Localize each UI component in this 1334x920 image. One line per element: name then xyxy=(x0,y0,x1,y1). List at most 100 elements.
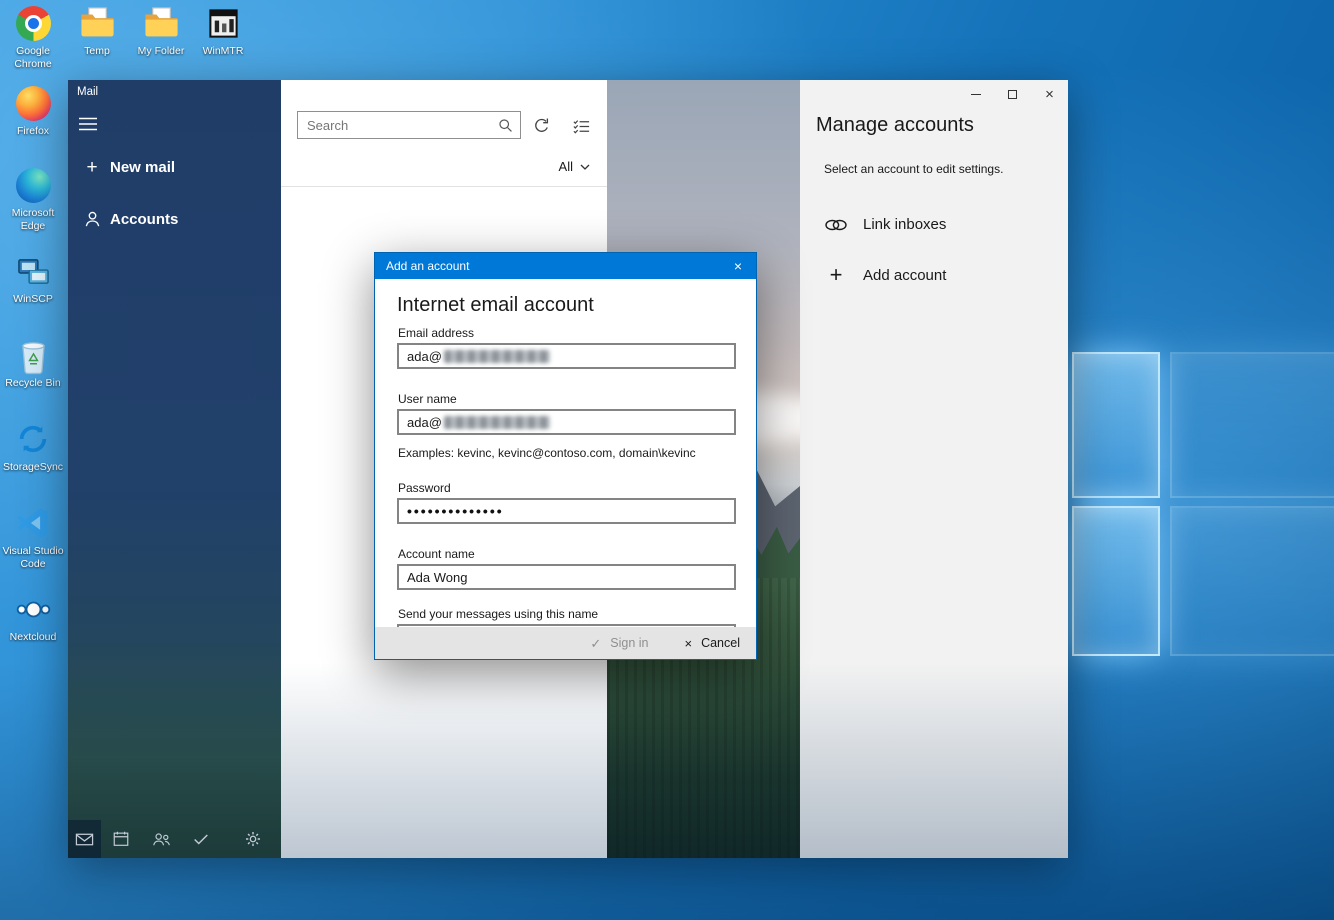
redacted-text xyxy=(444,416,550,429)
account-name-input[interactable]: Ada Wong xyxy=(397,564,736,590)
window-title: Mail xyxy=(77,86,98,98)
folder-icon xyxy=(144,6,179,41)
password-label: Password xyxy=(398,481,451,495)
winscp-icon xyxy=(16,254,51,289)
minimize-button[interactable] xyxy=(957,80,994,108)
sidebar-dock xyxy=(68,820,281,858)
nav-calendar-button[interactable] xyxy=(101,820,141,858)
new-mail-label: New mail xyxy=(110,159,175,176)
display-name-label: Send your messages using this name xyxy=(398,607,598,621)
nav-people-button[interactable] xyxy=(141,820,181,858)
dock-spacer xyxy=(221,820,233,858)
new-mail-button[interactable]: + New mail xyxy=(68,152,281,182)
cancel-label: Cancel xyxy=(701,636,740,650)
link-icon xyxy=(824,217,848,233)
close-button[interactable]: × xyxy=(1031,80,1068,108)
desktop-icon-label: WinMTR xyxy=(192,45,254,58)
desktop-icon-microsoft-edge[interactable]: Microsoft Edge xyxy=(2,168,64,232)
sync-icon xyxy=(532,117,551,136)
email-address-label: Email address xyxy=(398,326,474,340)
winmtr-icon xyxy=(206,6,241,41)
add-account-dialog: Add an account × Internet email account … xyxy=(374,252,757,660)
chrome-icon xyxy=(16,6,51,41)
link-inboxes-label: Link inboxes xyxy=(863,216,946,233)
maximize-icon xyxy=(1008,90,1017,99)
cancel-button[interactable]: × Cancel xyxy=(684,636,740,650)
desktop-icon-visual-studio-code[interactable]: Visual Studio Code xyxy=(2,506,64,570)
desktop-icon-google-chrome[interactable]: Google Chrome xyxy=(2,6,64,70)
selection-mode-button[interactable] xyxy=(569,114,593,138)
envelope-icon xyxy=(75,830,94,849)
plus-icon: + xyxy=(824,264,848,286)
checklist-icon xyxy=(572,117,591,136)
redacted-text xyxy=(444,350,550,363)
windows-logo-pane xyxy=(1072,506,1160,656)
desktop-icon-label: Temp xyxy=(66,45,128,58)
people-icon xyxy=(152,830,171,849)
desktop-icon-temp[interactable]: Temp xyxy=(66,6,128,58)
desktop-icon-label: Recycle Bin xyxy=(2,377,64,390)
panel-subtitle: Select an account to edit settings. xyxy=(824,162,1003,176)
sync-button[interactable] xyxy=(529,114,553,138)
desktop-icon-label: WinSCP xyxy=(2,293,64,306)
window-caption-buttons: × xyxy=(957,80,1068,108)
gear-icon xyxy=(244,830,262,848)
password-input[interactable]: •••••••••••••• xyxy=(397,498,736,524)
search-icon[interactable] xyxy=(490,117,520,134)
desktop-icon-recycle-bin[interactable]: Recycle Bin xyxy=(2,338,64,390)
desktop-icon-my-folder[interactable]: My Folder xyxy=(130,6,192,58)
panel-title: Manage accounts xyxy=(816,114,974,137)
accounts-button[interactable]: Accounts xyxy=(68,204,281,234)
plus-icon: + xyxy=(81,158,103,177)
folder-icon xyxy=(80,6,115,41)
desktop-icon-storagesync[interactable]: StorageSync xyxy=(2,422,64,474)
edge-icon xyxy=(16,168,51,203)
username-value-prefix: ada@ xyxy=(407,415,442,430)
account-name-label: Account name xyxy=(398,547,475,561)
maximize-button[interactable] xyxy=(994,80,1031,108)
cancel-x-icon: × xyxy=(684,637,692,650)
add-account-button[interactable]: + Add account xyxy=(824,264,946,286)
desktop-icon-label: Visual Studio Code xyxy=(2,545,64,570)
dialog-title: Add an account xyxy=(386,259,469,273)
minimize-icon xyxy=(971,94,981,95)
settings-button[interactable] xyxy=(233,820,273,858)
email-address-input[interactable]: ada@ xyxy=(397,343,736,369)
desktop-icon-winmtr[interactable]: WinMTR xyxy=(192,6,254,58)
filter-all-dropdown[interactable]: All xyxy=(559,159,590,174)
nextcloud-icon xyxy=(16,592,51,627)
hamburger-menu-button[interactable] xyxy=(78,116,100,134)
email-value-prefix: ada@ xyxy=(407,349,442,364)
chevron-down-icon xyxy=(580,164,590,170)
desktop-icon-firefox[interactable]: Firefox xyxy=(2,86,64,138)
dialog-body: Internet email account Email address ada… xyxy=(375,279,756,659)
windows-logo-wallpaper xyxy=(1072,352,1334,658)
nav-mail-button[interactable] xyxy=(68,820,101,858)
desktop-icon-label: StorageSync xyxy=(2,461,64,474)
examples-text: Examples: kevinc, kevinc@contoso.com, do… xyxy=(398,446,696,460)
search-input[interactable] xyxy=(298,118,490,133)
calendar-icon xyxy=(112,830,130,848)
check-icon: ✓ xyxy=(590,637,601,650)
dialog-titlebar: Add an account × xyxy=(375,253,756,279)
desktop-icon-winscp[interactable]: WinSCP xyxy=(2,254,64,306)
password-masked-value: •••••••••••••• xyxy=(407,503,504,519)
user-name-input[interactable]: ada@ xyxy=(397,409,736,435)
close-icon: × xyxy=(1045,87,1054,102)
firefox-icon xyxy=(16,86,51,121)
link-inboxes-button[interactable]: Link inboxes xyxy=(824,216,946,233)
vscode-icon xyxy=(16,506,51,541)
windows-logo-pane xyxy=(1170,506,1334,656)
add-account-label: Add account xyxy=(863,267,946,284)
recycle-bin-icon xyxy=(16,338,51,373)
filter-label: All xyxy=(559,159,573,174)
desktop-icon-label: My Folder xyxy=(130,45,192,58)
desktop: Google Chrome Temp My Folder WinMTR Fire… xyxy=(0,0,1334,920)
sign-in-button[interactable]: ✓ Sign in xyxy=(590,636,648,650)
checkmark-icon xyxy=(192,830,210,848)
sign-in-label: Sign in xyxy=(610,636,648,650)
dialog-close-button[interactable]: × xyxy=(720,253,756,279)
nav-todo-button[interactable] xyxy=(181,820,221,858)
desktop-icon-nextcloud[interactable]: Nextcloud xyxy=(2,592,64,644)
search-box[interactable] xyxy=(297,111,521,139)
